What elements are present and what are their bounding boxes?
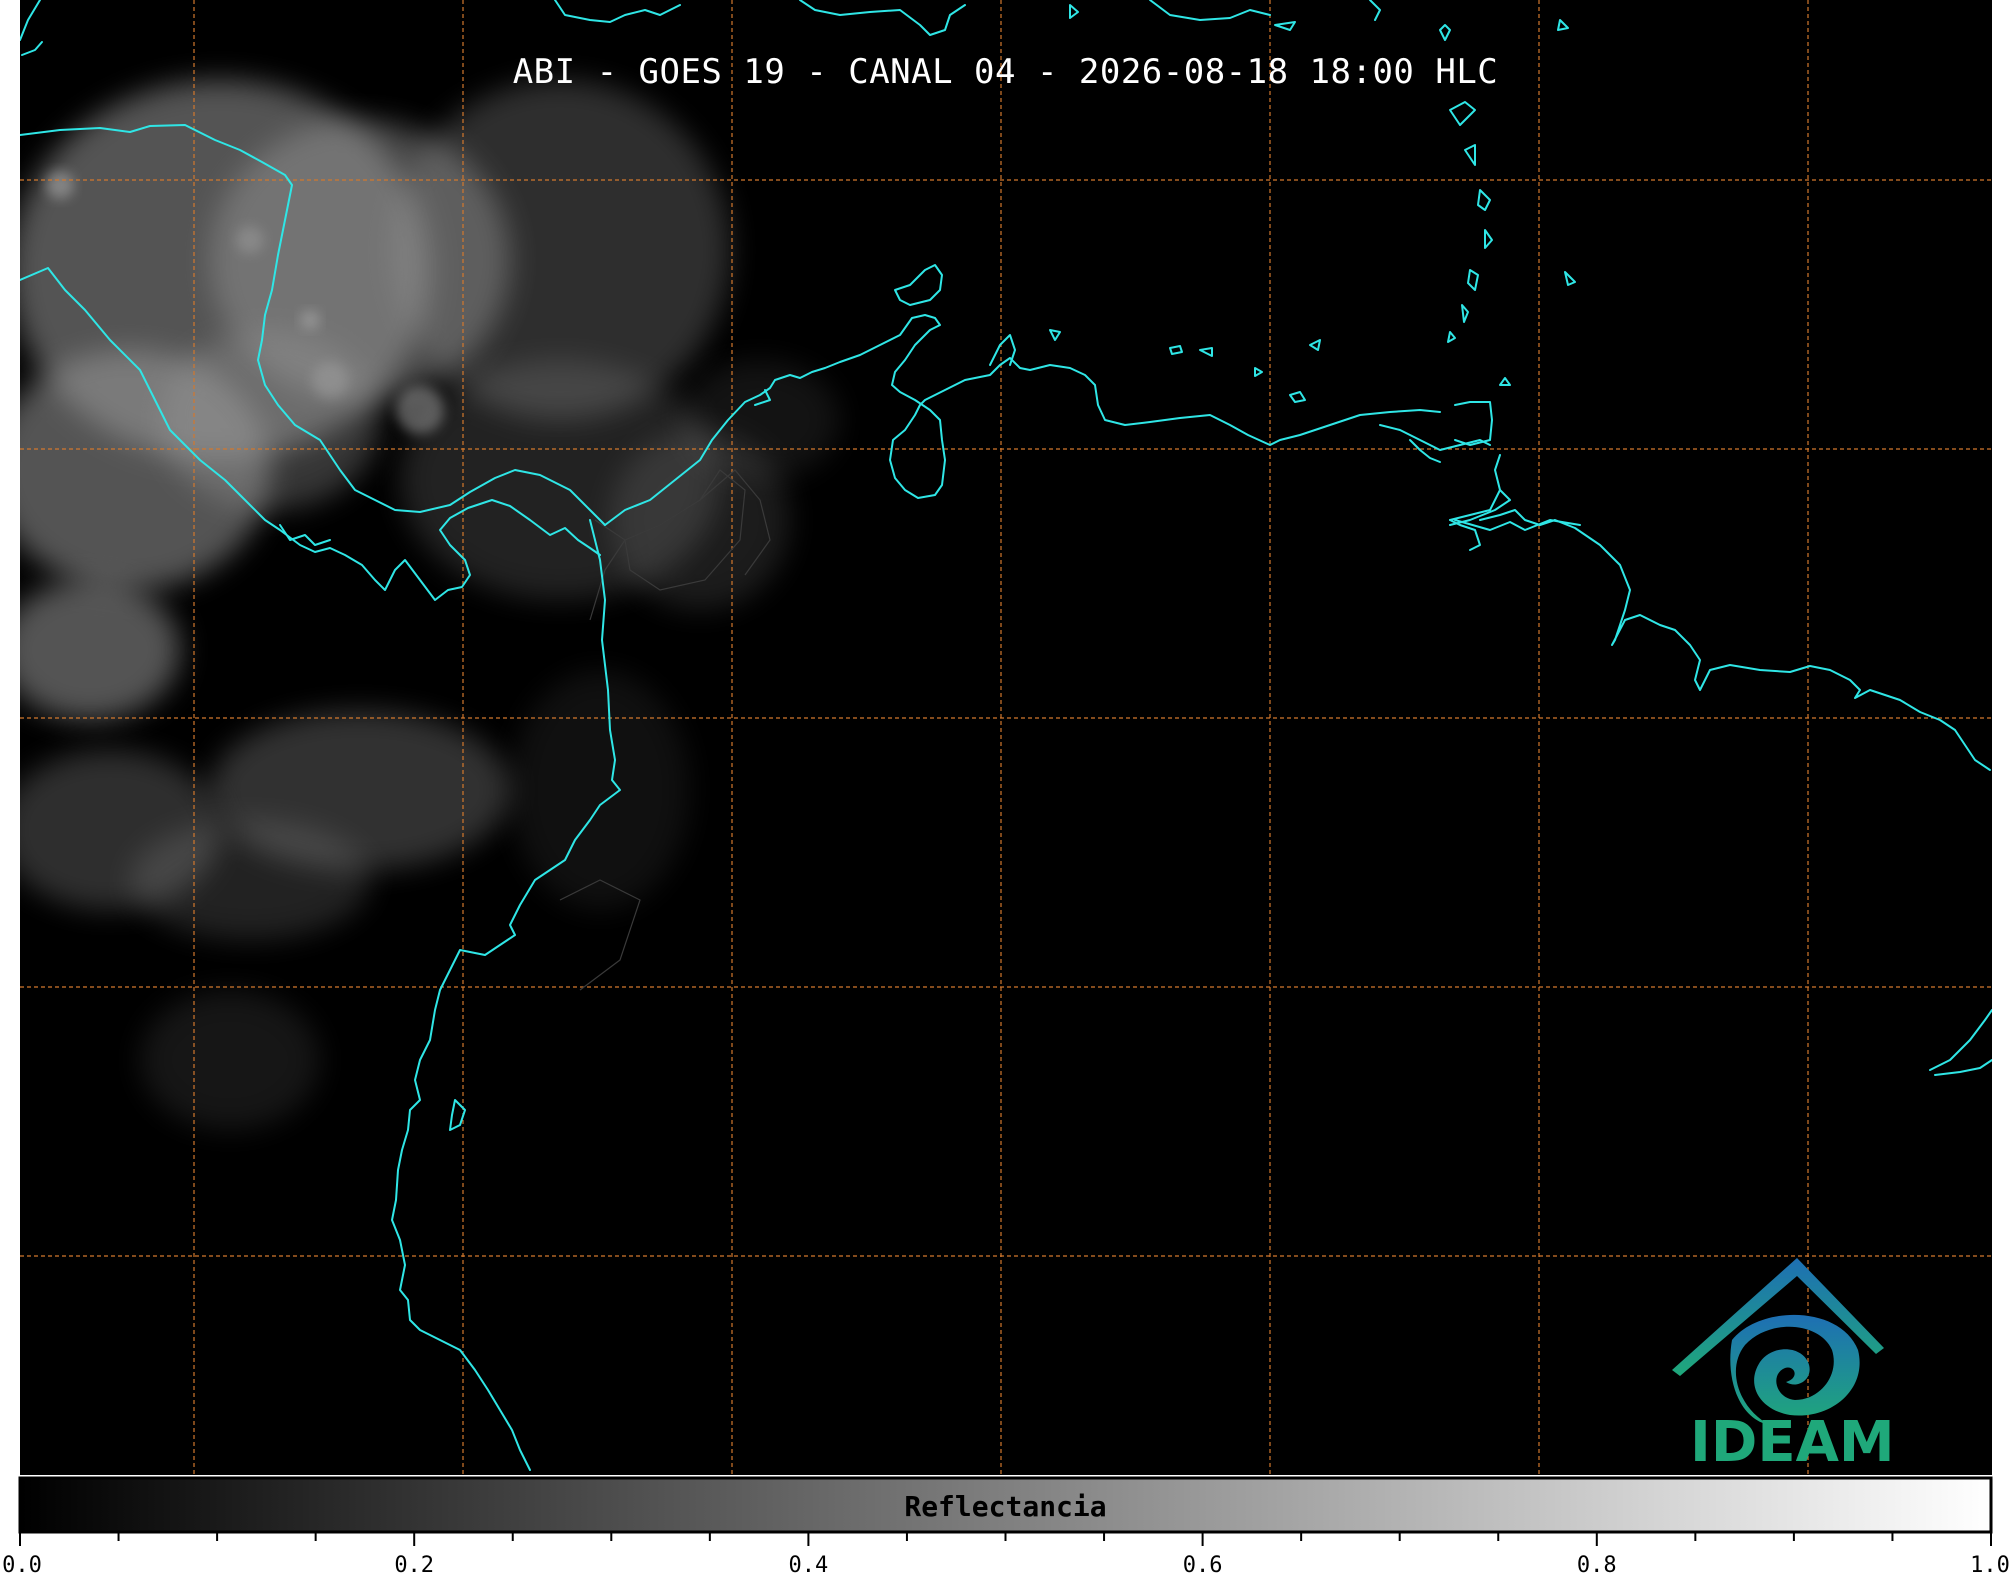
colorbar-tick-label: 1.0 <box>1970 1553 2010 1578</box>
colorbar-tick-label: 0.0 <box>2 1553 42 1578</box>
map-title: ABI - GOES 19 - CANAL 04 - 2026-08-18 18… <box>512 52 1499 92</box>
ideam-logo-text: IDEAM <box>1690 1410 1895 1475</box>
colorbar-tick-label: 0.2 <box>394 1553 435 1578</box>
colorbar-tick-label: 0.6 <box>1182 1553 1223 1578</box>
colorbar-label: Reflectancia <box>904 1490 1107 1523</box>
satellite-map <box>18 0 1993 1546</box>
colorbar-tick-label: 0.4 <box>788 1553 829 1578</box>
colorbar-ticks <box>19 1532 1992 1546</box>
colorbar-tick-label: 0.8 <box>1576 1553 1617 1578</box>
